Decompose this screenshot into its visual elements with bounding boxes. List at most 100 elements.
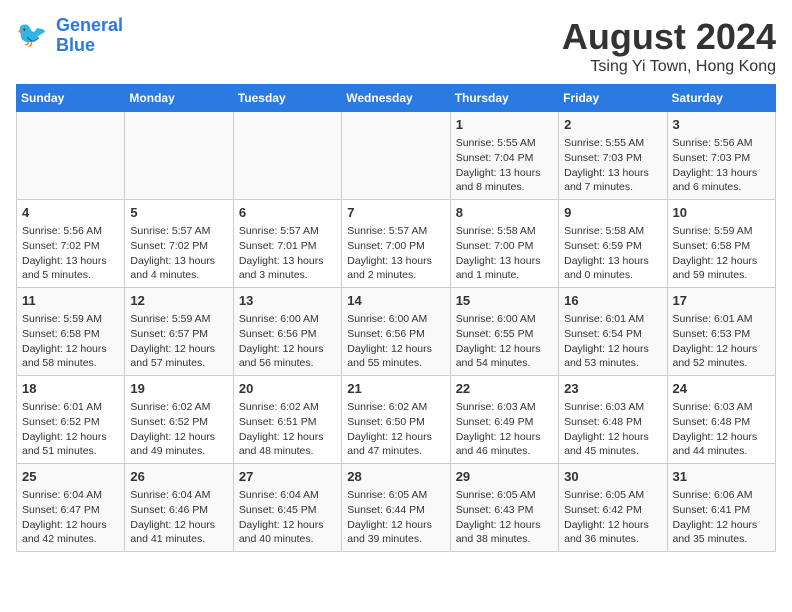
week-row-1: 1 Sunrise: 5:55 AM Sunset: 7:04 PM Daylig… bbox=[17, 112, 776, 200]
day-number: 20 bbox=[239, 380, 336, 398]
day-number: 21 bbox=[347, 380, 444, 398]
day-number: 7 bbox=[347, 204, 444, 222]
calendar-cell: 24 Sunrise: 6:03 AM Sunset: 6:48 PM Dayli… bbox=[667, 376, 775, 464]
week-row-3: 11Sunrise: 5:59 AM Sunset: 6:58 PM Dayli… bbox=[17, 288, 776, 376]
calendar-cell: 9 Sunrise: 5:58 AM Sunset: 6:59 PM Daylig… bbox=[559, 200, 667, 288]
calendar-cell: 21 Sunrise: 6:02 AM Sunset: 6:50 PM Dayli… bbox=[342, 376, 450, 464]
day-number: 29 bbox=[456, 468, 553, 486]
day-info: Sunrise: 6:02 AM Sunset: 6:51 PM Dayligh… bbox=[239, 400, 336, 459]
calendar-cell: 14 Sunrise: 6:00 AM Sunset: 6:56 PM Dayli… bbox=[342, 288, 450, 376]
day-info: Sunrise: 6:06 AM Sunset: 6:41 PM Dayligh… bbox=[673, 488, 770, 547]
day-info: Sunrise: 6:03 AM Sunset: 6:48 PM Dayligh… bbox=[564, 400, 661, 459]
day-number: 12 bbox=[130, 292, 227, 310]
day-number: 2 bbox=[564, 116, 661, 134]
day-info: Sunrise: 6:00 AM Sunset: 6:56 PM Dayligh… bbox=[347, 312, 444, 371]
day-info: Sunrise: 6:04 AM Sunset: 6:45 PM Dayligh… bbox=[239, 488, 336, 547]
calendar-cell: 20 Sunrise: 6:02 AM Sunset: 6:51 PM Dayli… bbox=[233, 376, 341, 464]
day-number: 30 bbox=[564, 468, 661, 486]
svg-text:🐦: 🐦 bbox=[16, 21, 47, 49]
calendar-cell bbox=[125, 112, 233, 200]
day-number: 19 bbox=[130, 380, 227, 398]
day-info: Sunrise: 5:56 AM Sunset: 7:02 PM Dayligh… bbox=[22, 224, 119, 283]
day-info: Sunrise: 5:59 AM Sunset: 6:58 PM Dayligh… bbox=[673, 224, 770, 283]
calendar-cell bbox=[342, 112, 450, 200]
calendar-cell: 6 Sunrise: 5:57 AM Sunset: 7:01 PM Daylig… bbox=[233, 200, 341, 288]
month-year-title: August 2024 bbox=[562, 16, 776, 58]
calendar-cell: 17Sunrise: 6:01 AM Sunset: 6:53 PM Dayli… bbox=[667, 288, 775, 376]
day-info: Sunrise: 5:57 AM Sunset: 7:02 PM Dayligh… bbox=[130, 224, 227, 283]
day-number: 22 bbox=[456, 380, 553, 398]
logo-text: General Blue bbox=[56, 16, 123, 56]
calendar-cell: 2 Sunrise: 5:55 AM Sunset: 7:03 PM Daylig… bbox=[559, 112, 667, 200]
day-info: Sunrise: 6:03 AM Sunset: 6:49 PM Dayligh… bbox=[456, 400, 553, 459]
logo: 🐦 General Blue bbox=[16, 16, 123, 56]
day-number: 8 bbox=[456, 204, 553, 222]
calendar-cell: 16Sunrise: 6:01 AM Sunset: 6:54 PM Dayli… bbox=[559, 288, 667, 376]
calendar-cell: 23 Sunrise: 6:03 AM Sunset: 6:48 PM Dayli… bbox=[559, 376, 667, 464]
day-number: 14 bbox=[347, 292, 444, 310]
calendar-cell: 13Sunrise: 6:00 AM Sunset: 6:56 PM Dayli… bbox=[233, 288, 341, 376]
calendar-table: SundayMondayTuesdayWednesdayThursdayFrid… bbox=[16, 84, 776, 552]
calendar-cell: 18 Sunrise: 6:01 AM Sunset: 6:52 PM Dayli… bbox=[17, 376, 125, 464]
day-number: 28 bbox=[347, 468, 444, 486]
calendar-cell: 10Sunrise: 5:59 AM Sunset: 6:58 PM Dayli… bbox=[667, 200, 775, 288]
weekday-header-saturday: Saturday bbox=[667, 85, 775, 112]
weekday-header-thursday: Thursday bbox=[450, 85, 558, 112]
day-info: Sunrise: 5:57 AM Sunset: 7:01 PM Dayligh… bbox=[239, 224, 336, 283]
day-info: Sunrise: 5:58 AM Sunset: 7:00 PM Dayligh… bbox=[456, 224, 553, 283]
day-number: 4 bbox=[22, 204, 119, 222]
week-row-5: 25Sunrise: 6:04 AM Sunset: 6:47 PM Dayli… bbox=[17, 464, 776, 552]
day-info: Sunrise: 6:04 AM Sunset: 6:47 PM Dayligh… bbox=[22, 488, 119, 547]
calendar-cell: 28 Sunrise: 6:05 AM Sunset: 6:44 PM Dayli… bbox=[342, 464, 450, 552]
day-number: 17 bbox=[673, 292, 770, 310]
calendar-cell: 19 Sunrise: 6:02 AM Sunset: 6:52 PM Dayli… bbox=[125, 376, 233, 464]
weekday-header-friday: Friday bbox=[559, 85, 667, 112]
day-number: 24 bbox=[673, 380, 770, 398]
calendar-cell: 4 Sunrise: 5:56 AM Sunset: 7:02 PM Daylig… bbox=[17, 200, 125, 288]
day-info: Sunrise: 6:03 AM Sunset: 6:48 PM Dayligh… bbox=[673, 400, 770, 459]
day-number: 9 bbox=[564, 204, 661, 222]
weekday-header-row: SundayMondayTuesdayWednesdayThursdayFrid… bbox=[17, 85, 776, 112]
day-info: Sunrise: 5:58 AM Sunset: 6:59 PM Dayligh… bbox=[564, 224, 661, 283]
calendar-cell: 11Sunrise: 5:59 AM Sunset: 6:58 PM Dayli… bbox=[17, 288, 125, 376]
day-info: Sunrise: 6:00 AM Sunset: 6:55 PM Dayligh… bbox=[456, 312, 553, 371]
day-info: Sunrise: 6:02 AM Sunset: 6:52 PM Dayligh… bbox=[130, 400, 227, 459]
weekday-header-sunday: Sunday bbox=[17, 85, 125, 112]
day-info: Sunrise: 5:55 AM Sunset: 7:04 PM Dayligh… bbox=[456, 136, 553, 195]
calendar-cell: 25Sunrise: 6:04 AM Sunset: 6:47 PM Dayli… bbox=[17, 464, 125, 552]
calendar-cell: 22 Sunrise: 6:03 AM Sunset: 6:49 PM Dayli… bbox=[450, 376, 558, 464]
day-info: Sunrise: 5:59 AM Sunset: 6:57 PM Dayligh… bbox=[130, 312, 227, 371]
calendar-cell: 15 Sunrise: 6:00 AM Sunset: 6:55 PM Dayli… bbox=[450, 288, 558, 376]
day-info: Sunrise: 5:55 AM Sunset: 7:03 PM Dayligh… bbox=[564, 136, 661, 195]
day-info: Sunrise: 6:05 AM Sunset: 6:43 PM Dayligh… bbox=[456, 488, 553, 547]
day-number: 27 bbox=[239, 468, 336, 486]
page-header: 🐦 General Blue August 2024 Tsing Yi Town… bbox=[16, 16, 776, 76]
day-info: Sunrise: 6:02 AM Sunset: 6:50 PM Dayligh… bbox=[347, 400, 444, 459]
day-info: Sunrise: 6:00 AM Sunset: 6:56 PM Dayligh… bbox=[239, 312, 336, 371]
day-number: 5 bbox=[130, 204, 227, 222]
calendar-cell: 30 Sunrise: 6:05 AM Sunset: 6:42 PM Dayli… bbox=[559, 464, 667, 552]
calendar-cell: 1 Sunrise: 5:55 AM Sunset: 7:04 PM Daylig… bbox=[450, 112, 558, 200]
calendar-cell bbox=[17, 112, 125, 200]
day-info: Sunrise: 6:04 AM Sunset: 6:46 PM Dayligh… bbox=[130, 488, 227, 547]
logo-blue: Blue bbox=[56, 35, 95, 55]
day-number: 18 bbox=[22, 380, 119, 398]
calendar-cell bbox=[233, 112, 341, 200]
day-number: 15 bbox=[456, 292, 553, 310]
day-info: Sunrise: 6:01 AM Sunset: 6:54 PM Dayligh… bbox=[564, 312, 661, 371]
week-row-4: 18 Sunrise: 6:01 AM Sunset: 6:52 PM Dayli… bbox=[17, 376, 776, 464]
day-info: Sunrise: 6:01 AM Sunset: 6:52 PM Dayligh… bbox=[22, 400, 119, 459]
day-info: Sunrise: 6:05 AM Sunset: 6:42 PM Dayligh… bbox=[564, 488, 661, 547]
day-number: 1 bbox=[456, 116, 553, 134]
day-number: 23 bbox=[564, 380, 661, 398]
day-number: 6 bbox=[239, 204, 336, 222]
day-info: Sunrise: 5:59 AM Sunset: 6:58 PM Dayligh… bbox=[22, 312, 119, 371]
day-number: 31 bbox=[673, 468, 770, 486]
day-info: Sunrise: 6:05 AM Sunset: 6:44 PM Dayligh… bbox=[347, 488, 444, 547]
day-number: 26 bbox=[130, 468, 227, 486]
logo-icon: 🐦 bbox=[16, 18, 52, 54]
weekday-header-tuesday: Tuesday bbox=[233, 85, 341, 112]
week-row-2: 4 Sunrise: 5:56 AM Sunset: 7:02 PM Daylig… bbox=[17, 200, 776, 288]
calendar-cell: 3Sunrise: 5:56 AM Sunset: 7:03 PM Daylig… bbox=[667, 112, 775, 200]
weekday-header-wednesday: Wednesday bbox=[342, 85, 450, 112]
